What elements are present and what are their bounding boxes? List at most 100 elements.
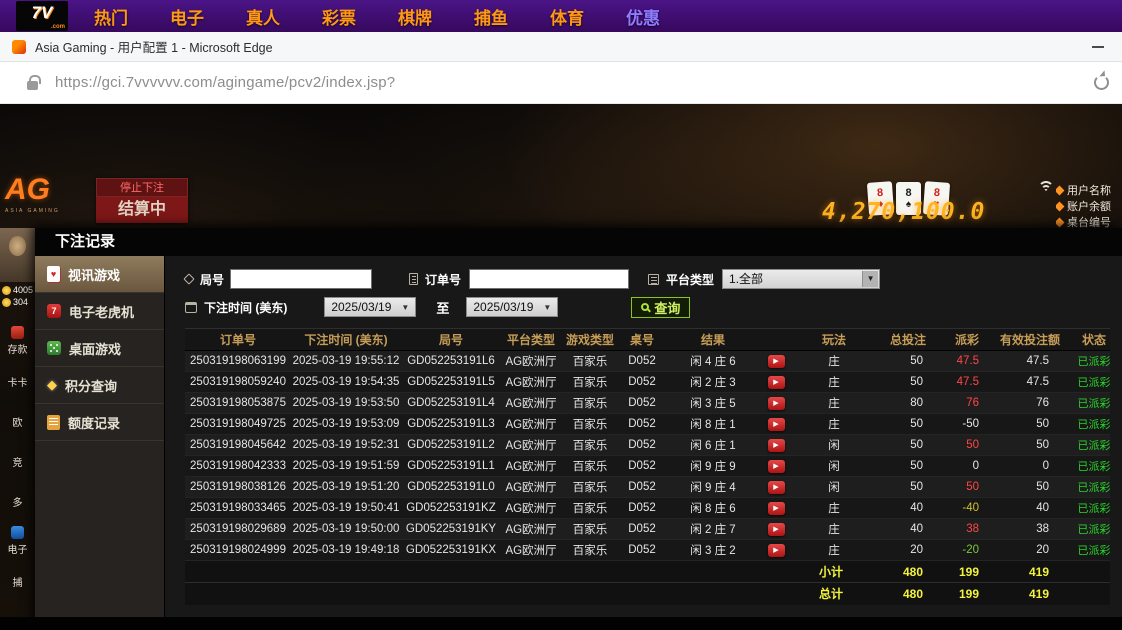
page-content: AG ASIA GAMING 停止下注 结算中 8♦8♠8♥ 4,270,100… — [0, 104, 1122, 630]
play-button[interactable] — [768, 523, 785, 536]
cell-valid-bet: 50 — [995, 414, 1065, 435]
sidebar-item[interactable]: 视讯游戏 — [35, 256, 164, 293]
cell-play — [761, 393, 791, 414]
cell-time: 2025-03-19 19:52:31 — [291, 435, 401, 456]
order-label: 订单号 — [425, 271, 461, 288]
date-to-select[interactable]: 2025/03/19 — [466, 297, 558, 317]
left-menu-item[interactable]: 存款 — [0, 321, 35, 361]
sidebar-item-label: 积分查询 — [65, 376, 117, 395]
table-balance: 4,270,100.0 — [822, 199, 985, 225]
cell-valid-bet: 20 — [995, 540, 1065, 561]
ag-logo-text: AG — [5, 172, 89, 208]
cell-round: GD052253191L0 — [401, 477, 501, 498]
cell-round: GD052253191L1 — [401, 456, 501, 477]
play-button[interactable] — [768, 460, 785, 473]
cell-result: 闲 2 庄 3 — [665, 372, 761, 393]
cell-result: 闲 4 庄 6 — [665, 351, 761, 372]
left-menu-label: 捕 — [13, 574, 23, 589]
nav-item[interactable]: 棋牌 — [398, 4, 432, 29]
subtotal-row: 小计480199419 — [185, 561, 1110, 583]
balance-row: 304 — [2, 297, 35, 307]
coin-icon — [2, 298, 11, 307]
left-menu-item[interactable]: 多 — [0, 481, 35, 521]
left-menu-item[interactable]: 卡卡 — [0, 361, 35, 401]
cell-platform: AG欧洲厅 — [501, 498, 561, 519]
cell-result: 闲 3 庄 2 — [665, 540, 761, 561]
play-button[interactable] — [768, 502, 785, 515]
cell-play — [761, 498, 791, 519]
left-menu-item[interactable]: 竞 — [0, 441, 35, 481]
query-button-label: 查询 — [654, 298, 680, 317]
address-input[interactable]: https://gci.7vvvvvv.com/agingame/pcv2/in… — [55, 74, 395, 91]
bullet-icon — [1056, 201, 1064, 211]
platform-select[interactable]: 1.全部 — [722, 269, 880, 289]
cell-result: 闲 2 庄 7 — [665, 519, 761, 540]
cell-platform: AG欧洲厅 — [501, 477, 561, 498]
nav-item[interactable]: 捕鱼 — [474, 4, 508, 29]
play-button[interactable] — [768, 397, 785, 410]
nav-item[interactable]: 热门 — [94, 4, 128, 29]
play-button[interactable] — [768, 376, 785, 389]
play-button[interactable] — [768, 355, 785, 368]
column-header: 局号 — [401, 329, 501, 351]
left-menu-item[interactable]: 欧 — [0, 401, 35, 441]
play-button[interactable] — [768, 418, 785, 431]
bet-records-table: 订单号下注时间 (美东)局号平台类型游戏类型桌号结果玩法总投注派彩有效投注额状态… — [185, 328, 1110, 605]
dice-icon — [47, 341, 61, 355]
nav-item[interactable]: 电子 — [170, 4, 204, 29]
play-button[interactable] — [768, 439, 785, 452]
left-menu-item[interactable]: 电子 — [0, 521, 35, 561]
nav-item[interactable]: 彩票 — [322, 4, 356, 29]
nav-item[interactable]: 优惠 — [626, 4, 660, 29]
sidebar-item[interactable]: 额度记录 — [35, 404, 164, 441]
table-row: 2503191980249992025-03-19 19:49:18GD0522… — [185, 540, 1110, 561]
time-label: 下注时间 (美东) — [204, 299, 287, 316]
round-label: 局号 — [200, 271, 224, 288]
cell-status: 已派彩 — [1065, 456, 1110, 477]
left-menu-item[interactable]: 捕 — [0, 561, 35, 601]
cell-time: 2025-03-19 19:49:18 — [291, 540, 401, 561]
bet-records-table-wrap: 订单号下注时间 (美东)局号平台类型游戏类型桌号结果玩法总投注派彩有效投注额状态… — [185, 328, 1110, 616]
round-input[interactable] — [230, 269, 372, 289]
minimize-button[interactable] — [1092, 46, 1104, 48]
ic-blue-icon — [11, 526, 24, 539]
cell-time: 2025-03-19 19:50:41 — [291, 498, 401, 519]
order-input[interactable] — [469, 269, 629, 289]
play-button[interactable] — [768, 544, 785, 557]
refresh-icon[interactable] — [1094, 75, 1109, 90]
cell-time: 2025-03-19 19:51:20 — [291, 477, 401, 498]
cell-bet-on: 庄 — [791, 351, 877, 372]
column-header: 订单号 — [185, 329, 291, 351]
cell-table: D052 — [619, 498, 665, 519]
play-button[interactable] — [768, 481, 785, 494]
site-logo[interactable]: 7V .com — [16, 1, 68, 31]
cell-table: D052 — [619, 435, 665, 456]
ledger-icon — [47, 415, 60, 430]
cell-play — [761, 519, 791, 540]
cell-payout: 50 — [939, 477, 995, 498]
cell-status: 已派彩 — [1065, 540, 1110, 561]
sidebar-item[interactable]: 积分查询 — [35, 367, 164, 404]
cell-result: 闲 9 庄 4 — [665, 477, 761, 498]
cell-play — [761, 456, 791, 477]
bullet-icon — [1056, 185, 1064, 195]
sidebar-item[interactable]: 桌面游戏 — [35, 330, 164, 367]
slot-icon — [47, 304, 61, 318]
table-row: 2503191980381262025-03-19 19:51:20GD0522… — [185, 477, 1110, 498]
table-row: 2503191980631992025-03-19 19:55:12GD0522… — [185, 351, 1110, 372]
sidebar-item[interactable]: 电子老虎机 — [35, 293, 164, 330]
subtotal-value: 199 — [939, 561, 995, 583]
nav-item[interactable]: 真人 — [246, 4, 280, 29]
cell-status: 已派彩 — [1065, 351, 1110, 372]
nav-item[interactable]: 体育 — [550, 4, 584, 29]
user-info-label: 账户余额 — [1067, 198, 1111, 214]
date-from-select[interactable]: 2025/03/19 — [324, 297, 416, 317]
cell-play — [761, 414, 791, 435]
query-button[interactable]: 查询 — [631, 297, 690, 318]
cell-play — [761, 435, 791, 456]
cell-total-bet: 50 — [877, 414, 939, 435]
cell-result: 闲 8 庄 6 — [665, 498, 761, 519]
cell-bet-on: 庄 — [791, 498, 877, 519]
bottom-bar — [0, 617, 1122, 630]
top-nav: 7V .com 热门 电子 真人 彩票 棋牌 捕鱼 体育 优惠 — [0, 0, 1122, 32]
